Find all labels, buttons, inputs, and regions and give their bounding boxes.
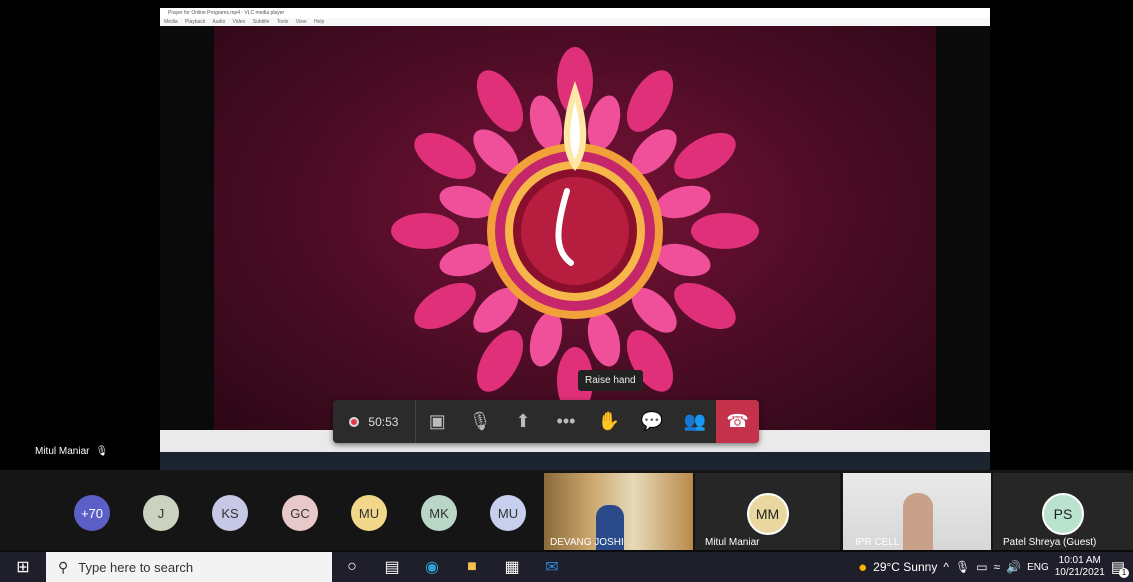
vlc-menu-item: Audio [212, 19, 226, 25]
windows-logo-icon: ⊞ [16, 559, 30, 576]
participant-initials: MM [755, 506, 780, 522]
participant-avatar[interactable]: MU [351, 495, 387, 531]
file-explorer-button[interactable]: ■ [452, 552, 492, 582]
meeting-stage: Prayer for Online Programs.mp4 - VLC med… [0, 0, 1133, 470]
share-icon: ⬆ [515, 411, 531, 431]
participant-name: DEVANG JOSHI [550, 537, 624, 548]
mail-icon: ✉ [545, 559, 559, 576]
overflow-participants-button[interactable]: +70 [74, 495, 110, 531]
participant-initials: MU [358, 505, 380, 521]
vlc-menu-item: Subtitle [252, 19, 270, 25]
volume-icon[interactable]: 🔊 [1006, 560, 1021, 574]
mic-off-icon: 🎙 [468, 411, 492, 431]
vlc-title-bar: Prayer for Online Programs.mp4 - VLC med… [160, 8, 990, 18]
participant-name: Patel Shreya (Guest) [1003, 537, 1097, 548]
vlc-menu-item: Video [232, 19, 246, 25]
participant-avatar[interactable]: MK [421, 495, 457, 531]
cortana-button[interactable]: ○ [332, 552, 372, 582]
participant-tile[interactable]: PS Patel Shreya (Guest) [993, 473, 1133, 550]
notification-count: 1 [1119, 568, 1129, 578]
system-tray: ● 29°C Sunny ^ 🎙 ▭ ≈ 🔊 ENG 10:01 AM 10/2… [858, 552, 1129, 582]
camera-off-button[interactable]: ▣ [416, 400, 459, 443]
participant-avatar[interactable]: J [143, 495, 179, 531]
meeting-toolbar: 50:53 ▣ 🎙 ⬆ ••• ✋ 💬 👥 ☎ [333, 400, 760, 443]
weather-sun-icon: ● [858, 558, 868, 576]
meeting-timer: 50:53 [368, 414, 399, 429]
camera-off-icon: ▣ [428, 411, 446, 431]
language-indicator[interactable]: ENG [1027, 562, 1049, 573]
participants-button[interactable]: 👥 [673, 400, 716, 443]
edge-icon: ◉ [425, 559, 439, 576]
participant-figure [903, 493, 933, 550]
presenter-label: Mitul Maniar 🎙 [35, 446, 108, 457]
wifi-icon[interactable]: ≈ [994, 560, 1001, 574]
participant-name: Mitul Maniar [705, 537, 760, 548]
raise-hand-button[interactable]: ✋ [587, 400, 630, 443]
participant-avatar[interactable]: MU [490, 495, 526, 531]
mic-icon[interactable]: 🎙 [955, 560, 970, 574]
more-actions-button[interactable]: ••• [545, 400, 588, 443]
battery-icon[interactable]: ▭ [976, 560, 987, 574]
participant-initials: GC [290, 505, 310, 521]
people-icon: 👥 [683, 411, 706, 431]
recording-indicator: 50:53 [333, 400, 416, 443]
vlc-menu-item: Help [313, 19, 325, 25]
clock-time: 10:01 AM [1058, 555, 1101, 566]
folder-icon: ■ [467, 558, 477, 575]
overflow-count: +70 [80, 505, 104, 521]
vlc-menu-item: Playback [185, 19, 206, 25]
taskbar-search-box[interactable]: ⚲ Type here to search [46, 552, 332, 582]
presenter-name: Mitul Maniar [35, 446, 90, 457]
participant-tile[interactable]: MM Mitul Maniar [695, 473, 840, 550]
participant-name: IPR CELL [855, 537, 900, 548]
record-dot-icon [349, 416, 360, 427]
participant-initials: KS [221, 505, 239, 521]
mic-off-button[interactable]: 🎙 [459, 400, 502, 443]
vlc-menu-item: Tools [276, 19, 289, 25]
weather-text[interactable]: 29°C Sunny [873, 560, 937, 574]
muted-mic-icon: 🎙 [95, 446, 109, 457]
search-icon: ⚲ [58, 558, 69, 575]
store-app-button[interactable]: ▦ [492, 552, 532, 582]
task-view-button[interactable]: ▤ [372, 552, 412, 582]
raise-hand-tooltip: Raise hand [578, 370, 643, 391]
start-button[interactable]: ⊞ [0, 552, 46, 582]
hang-up-button[interactable]: ☎ [716, 400, 760, 443]
clock-date: 10/21/2021 [1054, 567, 1105, 578]
diya-mandala-image [391, 47, 759, 415]
diya-video-frame [214, 26, 936, 430]
taskbar-clock[interactable]: 10:01 AM 10/21/2021 [1055, 555, 1105, 579]
windows-taskbar: ⊞ ⚲ Type here to search ○ ▤ ◉ ■ ▦ ✉ ● 29… [0, 552, 1133, 582]
chat-button[interactable]: 💬 [630, 400, 673, 443]
vlc-menu-item: Media [164, 19, 178, 25]
task-view-icon: ▤ [384, 559, 400, 576]
participant-video-tile[interactable]: DEVANG JOSHI [544, 473, 693, 550]
phone-hangup-icon: ☎ [726, 411, 749, 431]
participant-initials: MU [497, 505, 519, 521]
store-icon: ▦ [504, 559, 520, 576]
edge-app-button[interactable]: ◉ [412, 552, 452, 582]
vlc-menu-bar: Media Playback Audio Video Subtitle Tool… [160, 18, 990, 26]
participant-avatar: MM [746, 493, 789, 535]
participant-avatar[interactable]: GC [282, 495, 318, 531]
share-content-button[interactable]: ⬆ [502, 400, 545, 443]
participant-initials: PS [1053, 506, 1073, 522]
participant-avatar[interactable]: KS [212, 495, 248, 531]
search-placeholder: Type here to search [78, 559, 194, 575]
vlc-menu-item: View [295, 19, 307, 25]
notification-center-button[interactable]: ▤ 1 [1111, 558, 1129, 578]
more-dots-icon: ••• [556, 411, 576, 431]
chat-bubble-icon: 💬 [640, 411, 663, 431]
participant-initials: J [157, 505, 165, 521]
participant-initials: MK [429, 505, 449, 521]
cortana-circle-icon: ○ [347, 558, 357, 575]
participant-video-tile[interactable]: IPR CELL [843, 473, 991, 550]
participant-avatar: PS [1042, 493, 1084, 535]
hand-icon: ✋ [597, 411, 621, 431]
remote-taskbar [160, 452, 990, 470]
chevron-up-icon[interactable]: ^ [943, 560, 949, 574]
mail-app-button[interactable]: ✉ [532, 552, 572, 582]
